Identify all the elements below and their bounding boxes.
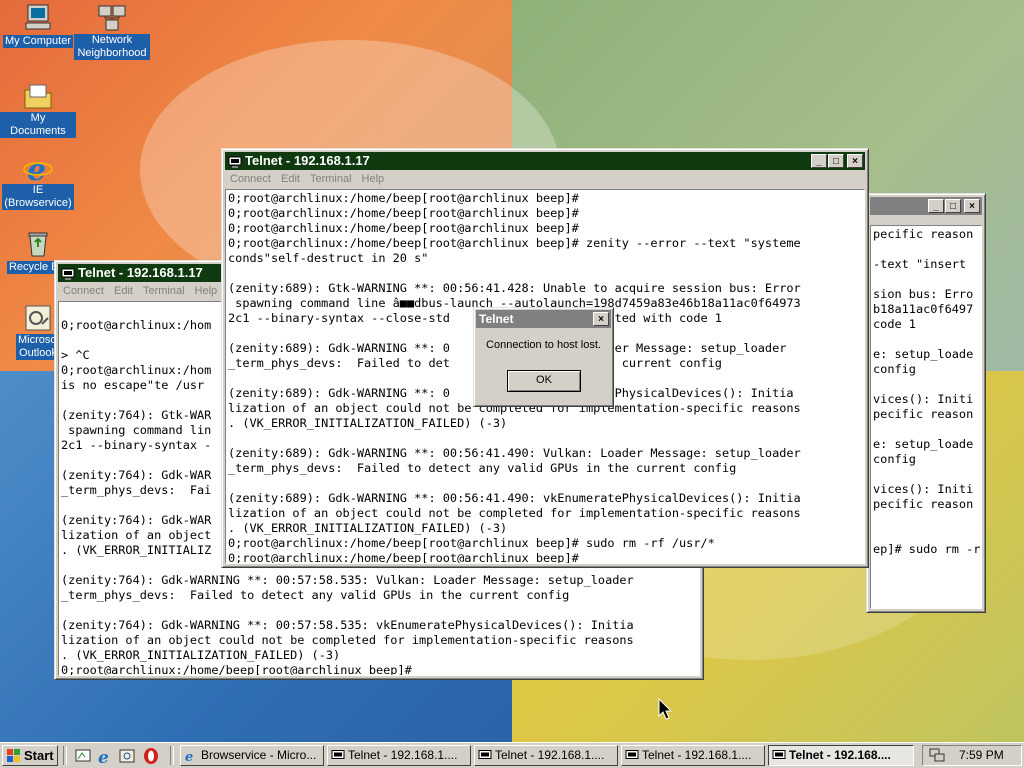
dialog-title-bar[interactable]: Telnet ×: [476, 310, 611, 328]
ok-button[interactable]: OK: [507, 370, 581, 392]
desktop-icon-ie[interactable]: e IE (Browservice): [0, 152, 76, 210]
desktop-icon-my-documents[interactable]: My Documents: [0, 80, 76, 138]
telnet-icon: [772, 750, 786, 759]
telnet-icon: [625, 750, 639, 759]
title-bar[interactable]: _ □ ×: [870, 197, 982, 215]
outlook-quicklaunch-icon[interactable]: [118, 747, 136, 765]
opera-icon[interactable]: [142, 747, 160, 765]
task-label: Browservice - Micro...: [201, 748, 317, 762]
menu-terminal[interactable]: Terminal: [310, 173, 352, 185]
start-button[interactable]: Start: [2, 745, 58, 766]
telnet-icon: [61, 268, 75, 280]
ie-icon: e: [23, 153, 53, 184]
minimize-button[interactable]: _: [928, 199, 944, 213]
task-telnet-2[interactable]: Telnet - 192.168.1....: [474, 745, 618, 766]
maximize-button[interactable]: □: [828, 154, 844, 168]
taskbar-separator: [170, 746, 174, 765]
desktop-icon-my-computer[interactable]: My Computer: [0, 2, 76, 48]
menu-help[interactable]: Help: [362, 173, 385, 185]
title-bar[interactable]: Telnet - 192.168.1.17 _ □ ×: [225, 152, 865, 170]
maximize-button[interactable]: □: [945, 199, 961, 213]
svg-text:e: e: [185, 750, 193, 762]
outlook-icon: [25, 305, 51, 331]
minimize-button[interactable]: _: [811, 154, 827, 168]
network-tray-icon[interactable]: [929, 748, 945, 763]
task-browservice[interactable]: e Browservice - Micro...: [180, 745, 324, 766]
window-title: Telnet - 192.168.1.17: [245, 153, 370, 168]
task-telnet-1[interactable]: Telnet - 192.168.1....: [327, 745, 471, 766]
menu-terminal[interactable]: Terminal: [143, 285, 185, 297]
menu-connect[interactable]: Connect: [63, 285, 104, 297]
dialog-message: Connection to host lost.: [486, 339, 601, 351]
taskbar-separator: [63, 746, 67, 765]
telnet-icon: [228, 156, 242, 168]
network-icon: [98, 5, 126, 31]
taskbar: Start e e Browservice - Micro... Telnet …: [0, 742, 1024, 768]
system-tray: 7:59 PM: [922, 745, 1022, 766]
desktop-icon-label: My Computer: [2, 35, 74, 48]
menu-edit[interactable]: Edit: [281, 173, 300, 185]
desktop: My Computer Network Neighborhood My Docu…: [0, 0, 1024, 742]
menu-edit[interactable]: Edit: [114, 285, 133, 297]
svg-text:e: e: [27, 153, 46, 184]
connection-lost-dialog[interactable]: Telnet × Connection to host lost. OK: [473, 307, 614, 407]
close-button[interactable]: ×: [964, 199, 980, 213]
window-title: Telnet - 192.168.1.17: [78, 265, 203, 280]
menu-help[interactable]: Help: [195, 285, 218, 297]
my-computer-icon: [25, 4, 51, 30]
task-telnet-active[interactable]: Telnet - 192.168....: [768, 745, 914, 766]
telnet-icon: [478, 750, 492, 759]
task-label: Telnet - 192.168.1....: [642, 748, 752, 762]
desktop-icon-network[interactable]: Network Neighborhood: [74, 2, 150, 60]
menu-connect[interactable]: Connect: [230, 173, 271, 185]
task-label: Telnet - 192.168....: [789, 748, 891, 762]
start-label: Start: [24, 748, 54, 763]
desktop-icon-label: IE (Browservice): [2, 184, 74, 210]
folder-icon: [24, 84, 52, 109]
dialog-close-button[interactable]: ×: [593, 312, 609, 326]
terminal-area[interactable]: pecific reason -text "insert sion bus: E…: [870, 225, 982, 609]
svg-text:e: e: [98, 748, 109, 765]
telnet-icon: [331, 750, 345, 759]
menu-bar: Connect Edit Terminal Help: [225, 171, 865, 188]
recycle-bin-icon: [28, 232, 48, 257]
desktop-icon-label: Network Neighborhood: [74, 34, 150, 60]
dialog-title: Telnet: [479, 312, 514, 326]
ie-quicklaunch-icon[interactable]: e: [96, 747, 114, 765]
telnet-window-right[interactable]: _ □ × pecific reason -text "insert sion …: [866, 193, 986, 613]
mouse-cursor-icon: [658, 698, 672, 720]
terminal-text: pecific reason -text "insert sion bus: E…: [873, 227, 981, 556]
desktop-icon-label: My Documents: [0, 112, 76, 138]
task-label: Telnet - 192.168.1....: [348, 748, 458, 762]
task-label: Telnet - 192.168.1....: [495, 748, 605, 762]
close-button[interactable]: ×: [847, 154, 863, 168]
task-telnet-3[interactable]: Telnet - 192.168.1....: [621, 745, 765, 766]
show-desktop-icon[interactable]: [74, 747, 92, 765]
windows-logo-icon: [7, 749, 20, 762]
ie-icon: e: [185, 750, 193, 762]
clock[interactable]: 7:59 PM: [959, 746, 1004, 765]
